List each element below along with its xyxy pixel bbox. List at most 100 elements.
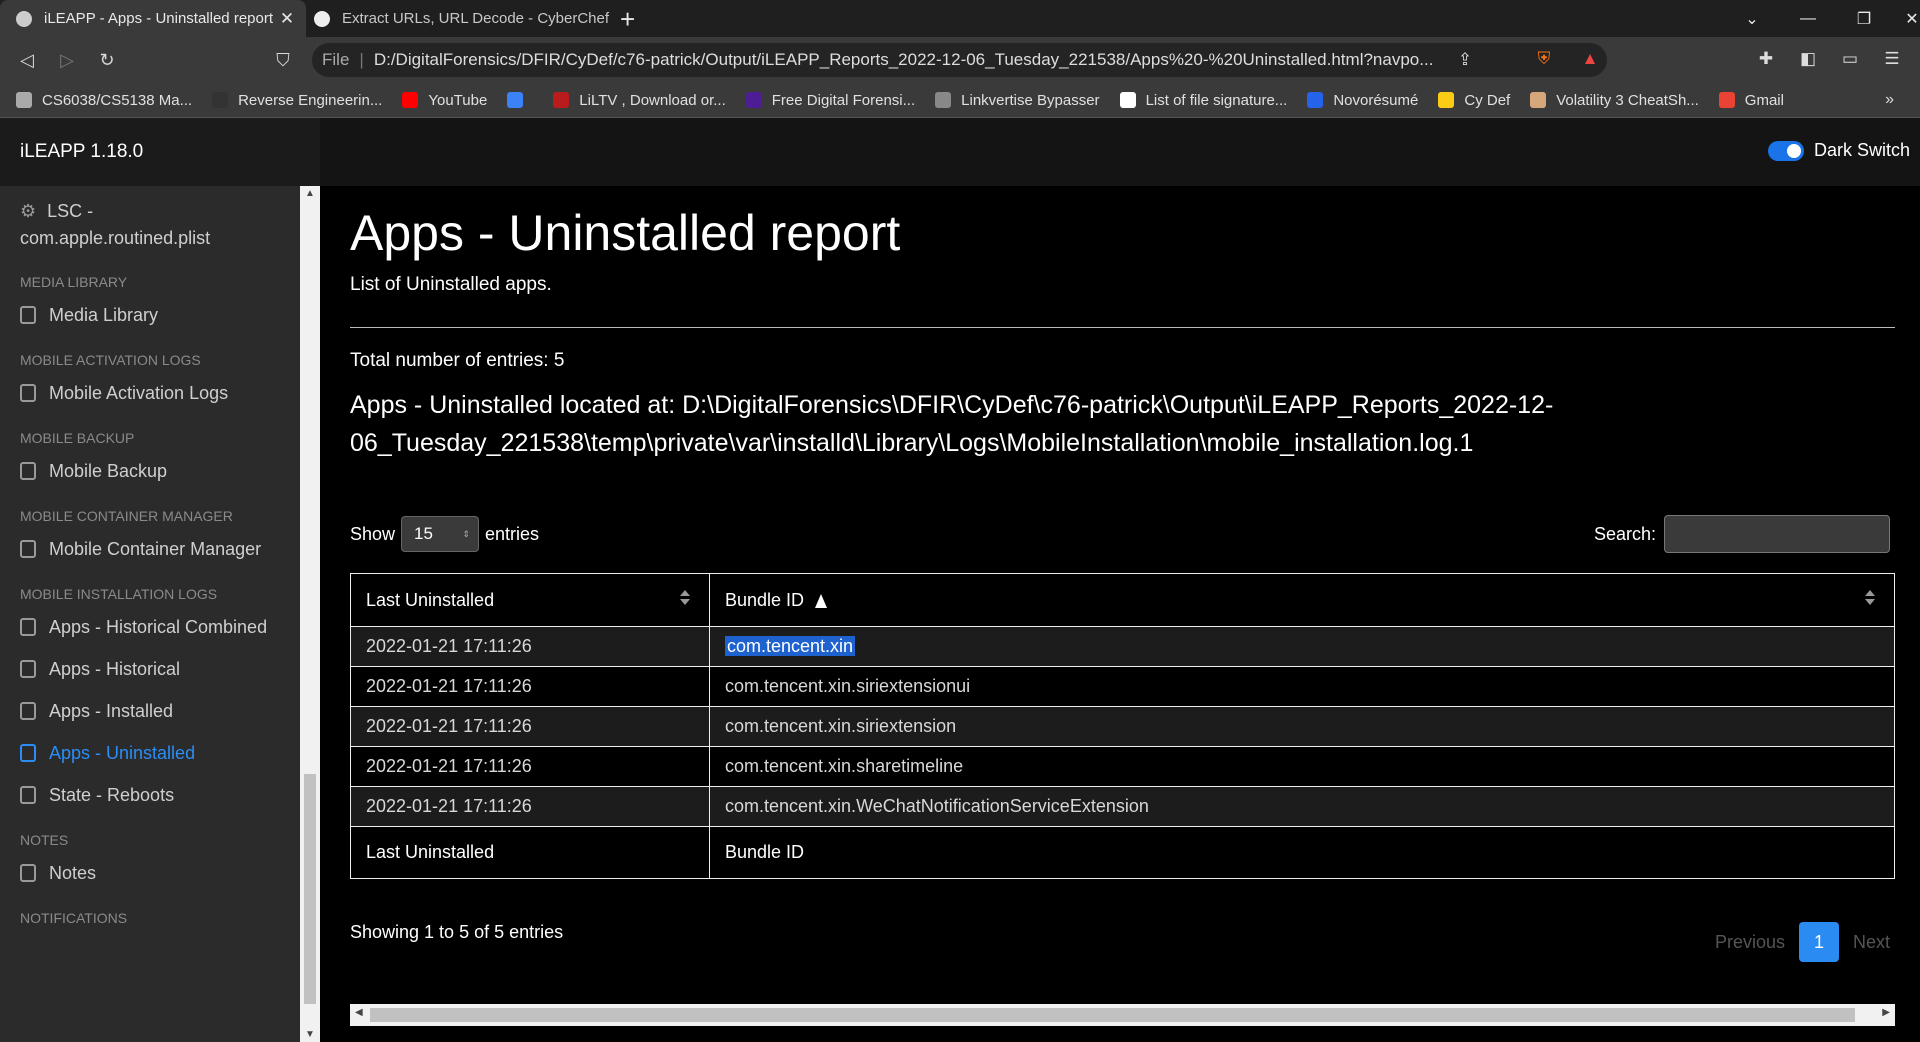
- table-row[interactable]: 2022-01-21 17:11:26 com.tencent.xin: [350, 626, 1895, 667]
- bookmarks-overflow-icon[interactable]: »: [1885, 91, 1894, 109]
- bookmark-icon[interactable]: ⛉: [268, 45, 298, 75]
- scroll-down-icon[interactable]: ▼: [300, 1029, 320, 1040]
- page-1-button[interactable]: 1: [1798, 922, 1839, 962]
- tab-search-icon[interactable]: ⌄: [1724, 0, 1780, 37]
- mouse-cursor: [815, 594, 827, 608]
- sidebar-scrollbar[interactable]: ▲ ▼: [300, 186, 320, 1042]
- bookmark-item[interactable]: List of file signature...: [1119, 92, 1287, 109]
- sidebar-item-label: Apps - Uninstalled: [49, 743, 196, 763]
- close-tab-icon[interactable]: ✕: [276, 9, 298, 29]
- previous-button[interactable]: Previous: [1715, 932, 1785, 953]
- scroll-left-icon[interactable]: ◀: [355, 1007, 363, 1018]
- sidebar-item-notes[interactable]: Notes: [20, 860, 96, 886]
- bookmark-favicon-icon: [1530, 92, 1547, 108]
- sidebar-item-mobile-container-manager[interactable]: Mobile Container Manager: [20, 536, 261, 562]
- show-label: Show: [350, 523, 396, 544]
- sidebar-item-label: Mobile Activation Logs: [49, 383, 229, 403]
- sidebar-item-label: State - Reboots: [49, 785, 175, 805]
- bookmark-item[interactable]: CS6038/CS5138 Ma...: [16, 92, 192, 109]
- bookmark-item[interactable]: Free Digital Forensi...: [745, 92, 915, 109]
- bookmark-item[interactable]: YouTube: [402, 92, 487, 109]
- bookmark-favicon-icon: [16, 92, 32, 108]
- sort-icon[interactable]: [679, 588, 691, 608]
- gear-icon: ⚙: [20, 201, 37, 221]
- sidebar-section-heading: MOBILE INSTALLATION LOGS: [20, 586, 218, 602]
- sidebar-item-label: Mobile Container Manager: [49, 539, 262, 559]
- back-icon[interactable]: ◁: [12, 45, 42, 75]
- column-header-last-uninstalled[interactable]: Last Uninstalled: [350, 573, 710, 627]
- cell-text: com.tencent.xin.siriextensionui: [725, 676, 971, 696]
- horizontal-scrollbar[interactable]: ◀ ▶: [350, 1004, 1895, 1026]
- tab-title: Extract URLs, URL Decode - CyberChef: [342, 10, 610, 27]
- table-row[interactable]: 2022-01-21 17:11:26 com.tencent.xin.share…: [350, 746, 1895, 787]
- page-title: Apps - Uninstalled report: [350, 205, 901, 261]
- bookmark-item[interactable]: LiLTV , Download or...: [553, 92, 726, 109]
- window-close-icon[interactable]: ✕: [1884, 0, 1920, 37]
- search-input[interactable]: [1664, 515, 1890, 553]
- page-subtitle: List of Uninstalled apps.: [350, 274, 552, 295]
- scroll-right-icon[interactable]: ▶: [1882, 1007, 1890, 1018]
- sidebar-item-mobile-backup[interactable]: Mobile Backup: [20, 458, 167, 484]
- bookmark-item[interactable]: Gmail: [1718, 92, 1784, 109]
- sidebar-item-mobile-activation-logs[interactable]: Mobile Activation Logs: [20, 380, 228, 406]
- brave-rewards-icon[interactable]: ▲: [1576, 45, 1604, 73]
- bookmark-favicon-icon: [745, 92, 762, 108]
- sidebar-item-apps-historical[interactable]: Apps - Historical: [20, 656, 180, 682]
- tab-ileapp[interactable]: iLEAPP - Apps - Uninstalled report ✕: [0, 0, 306, 37]
- page-length-select[interactable]: 15 ⇕: [401, 516, 480, 552]
- scroll-thumb[interactable]: [370, 1008, 1855, 1022]
- sidebar-item-apps-uninstalled[interactable]: Apps - Uninstalled: [20, 740, 195, 766]
- share-icon[interactable]: ⇪: [1458, 50, 1472, 70]
- sidebar-item-lsc-file[interactable]: com.apple.routined.plist: [20, 225, 210, 251]
- bookmark-item[interactable]: [507, 92, 533, 108]
- bookmark-item[interactable]: Reverse Engineerin...: [212, 92, 382, 109]
- toggle-icon[interactable]: [1767, 140, 1804, 161]
- app-brand[interactable]: iLEAPP 1.18.0: [0, 118, 320, 186]
- bookmark-item[interactable]: Novorésumé: [1307, 92, 1418, 109]
- cell-last-uninstalled: 2022-01-21 17:11:26: [350, 786, 710, 827]
- sort-icon[interactable]: [1864, 588, 1876, 608]
- source-path: Apps - Uninstalled located at: D:\Digita…: [350, 391, 1554, 457]
- tab-cyberchef[interactable]: Extract URLs, URL Decode - CyberChef: [310, 0, 610, 37]
- reload-icon[interactable]: ↻: [92, 45, 122, 75]
- scroll-up-icon[interactable]: ▲: [300, 188, 320, 199]
- brave-shield-icon[interactable]: ⛨: [1530, 45, 1558, 73]
- bookmark-favicon-icon: [1718, 92, 1735, 108]
- extensions-icon[interactable]: ✚: [1752, 45, 1780, 73]
- column-header-bundle-id[interactable]: Bundle ID: [709, 573, 1895, 627]
- sidebar-item-apps-historical-combined[interactable]: Apps - Historical Combined: [20, 614, 267, 640]
- bookmark-item[interactable]: Linkvertise Bypasser: [935, 92, 1100, 109]
- table-info: Showing 1 to 5 of 5 entries: [350, 922, 564, 942]
- bookmark-label: Reverse Engineerin...: [238, 91, 383, 109]
- sidebar-item-state-reboots[interactable]: State - Reboots: [20, 782, 174, 808]
- bookmark-favicon-icon: [1438, 92, 1455, 108]
- next-button[interactable]: Next: [1853, 932, 1890, 953]
- cell-text: com.tencent.xin.siriextension: [725, 716, 957, 736]
- clipboard-icon: [20, 702, 36, 720]
- bookmark-item[interactable]: Volatility 3 CheatSh...: [1530, 92, 1699, 109]
- minimize-icon[interactable]: —: [1780, 0, 1836, 37]
- table-row[interactable]: 2022-01-21 17:11:26 com.tencent.xin.WeCha…: [350, 786, 1895, 827]
- browser-toolbar: ◁ ▷ ↻ ⛉ i File | D:/DigitalForensics/DFI…: [0, 37, 1920, 797]
- page-length-control: Show 15 ⇕ entries: [350, 516, 539, 552]
- forward-icon[interactable]: ▷: [52, 45, 82, 75]
- sidebar-item-media-library[interactable]: Media Library: [20, 302, 158, 328]
- table-row[interactable]: 2022-01-21 17:11:26 com.tencent.xin.sirie…: [350, 706, 1895, 747]
- sidebar-item-apps-installed[interactable]: Apps - Installed: [20, 698, 173, 724]
- wallet-icon[interactable]: ▭: [1836, 45, 1864, 73]
- scroll-thumb[interactable]: [304, 774, 316, 1004]
- footer-last-uninstalled: Last Uninstalled: [350, 826, 710, 879]
- tab-strip: iLEAPP - Apps - Uninstalled report ✕ Ext…: [0, 0, 1920, 37]
- menu-icon[interactable]: ☰: [1878, 45, 1906, 73]
- cell-text: 2022-01-21 17:11:26: [366, 636, 532, 656]
- table-row[interactable]: 2022-01-21 17:11:26 com.tencent.xin.sirie…: [350, 666, 1895, 707]
- sidebar-toggle-icon[interactable]: ◧: [1794, 45, 1822, 73]
- sidebar-section-heading: MOBILE BACKUP: [20, 430, 135, 446]
- address-bar[interactable]: i File | D:/DigitalForensics/DFIR/CyDef/…: [312, 43, 1607, 797]
- new-tab-button[interactable]: +: [620, 4, 635, 35]
- clipboard-icon: [20, 306, 36, 324]
- dark-switch[interactable]: Dark Switch: [1767, 140, 1910, 161]
- sidebar-item-lsc[interactable]: ⚙ LSC -: [20, 198, 93, 224]
- bookmark-item[interactable]: Cy Def: [1438, 92, 1510, 109]
- url-text[interactable]: D:/DigitalForensics/DFIR/CyDef/c76-patri…: [374, 50, 1444, 70]
